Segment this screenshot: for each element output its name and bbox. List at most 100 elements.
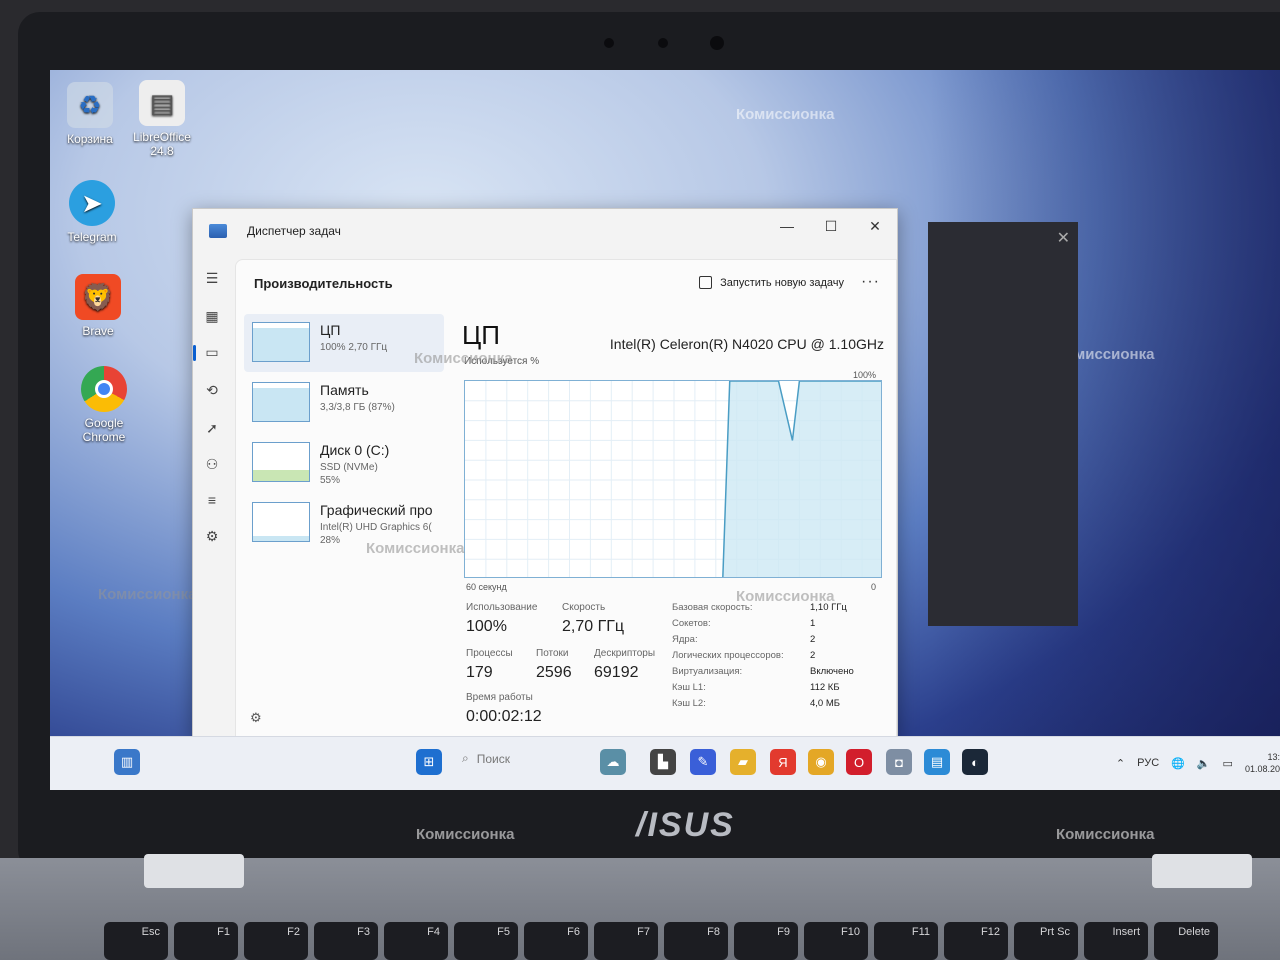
close-icon[interactable]: ✕ <box>853 209 897 243</box>
key-prt-sc[interactable]: Prt Sc <box>1014 922 1078 960</box>
resource-name: ЦП <box>320 322 341 338</box>
watermark: Комиссионка <box>416 826 515 843</box>
gpu-thumbnail-graph <box>252 502 310 542</box>
start-icon[interactable]: ⊞ <box>416 749 442 775</box>
weather-icon[interactable]: ☁ <box>600 749 626 775</box>
key-f10[interactable]: F10 <box>804 922 868 960</box>
telegram-icon: ➤ <box>69 180 115 226</box>
key-insert[interactable]: Insert <box>1084 922 1148 960</box>
handles-label: Дескрипторы <box>594 648 656 659</box>
language-indicator[interactable]: РУС <box>1137 757 1159 769</box>
task-manager-window: Диспетчер задач — ☐ ✕ ☰ ▦ ▭ ⟲ ➚ ⚇ ≡ ⚙ Пр… <box>192 208 898 738</box>
yandex-icon[interactable]: Я <box>770 749 796 775</box>
desktop-icon-libreoffice[interactable]: ▤ LibreOffice 24.8 <box>122 80 202 158</box>
handles-value: 69192 <box>594 664 639 681</box>
maximize-icon[interactable]: ☐ <box>809 209 853 243</box>
app-icon[interactable]: ✎ <box>690 749 716 775</box>
search-placeholder: Поиск <box>476 751 510 766</box>
cpu-usage-graph <box>464 380 882 578</box>
processes-icon[interactable]: ▦ <box>201 305 223 327</box>
key-f7[interactable]: F7 <box>594 922 658 960</box>
key-f2[interactable]: F2 <box>244 922 308 960</box>
asus-logo: /ISUS <box>636 806 735 844</box>
clock-time: 13:14 <box>1267 752 1280 762</box>
key-f4[interactable]: F4 <box>384 922 448 960</box>
threads-value: 2596 <box>536 664 572 681</box>
file-explorer-icon[interactable]: ▰ <box>730 749 756 775</box>
startup-apps-icon[interactable]: ➚ <box>201 417 223 439</box>
hamburger-menu-icon[interactable]: ☰ <box>201 267 223 289</box>
watermark: Комиссионка <box>366 540 465 557</box>
spec-label: Кэш L2: <box>672 698 706 709</box>
spec-value: 4,0 МБ <box>810 698 840 709</box>
nav-active-indicator <box>193 345 196 361</box>
performance-panel: Производительность Запустить новую задач… <box>235 259 897 737</box>
close-icon[interactable]: ✕ <box>1057 228 1070 248</box>
speed-label: Скорость <box>562 602 606 613</box>
document-icon: ▤ <box>139 80 185 126</box>
processes-label: Процессы <box>466 648 513 659</box>
minimize-icon[interactable]: — <box>765 209 809 243</box>
volume-icon[interactable]: 🔈 <box>1197 757 1211 770</box>
performance-icon[interactable]: ▭ <box>201 341 223 363</box>
clock-date: 01.08.2025 <box>1244 764 1280 774</box>
more-options-button[interactable]: ··· <box>861 273 880 291</box>
app-history-icon[interactable]: ⟲ <box>201 379 223 401</box>
watermark: Комиссионка <box>736 106 835 123</box>
hinge-left <box>144 854 244 888</box>
threads-label: Потоки <box>536 648 569 659</box>
taskbar: ▥ ⊞ ⌕ Поиск ☁ ▙ ✎ ▰ Я ◉ O ◘ ▤ ◐ ⌃ РУС 🌐 … <box>50 736 1280 790</box>
key-delete[interactable]: Delete <box>1154 922 1218 960</box>
cpu-usage-chart <box>465 381 881 577</box>
task-view-icon[interactable]: ▙ <box>650 749 676 775</box>
steam-icon[interactable]: ◐ <box>962 749 988 775</box>
key-f6[interactable]: F6 <box>524 922 588 960</box>
title-bar: Диспетчер задач — ☐ ✕ <box>193 209 897 253</box>
usage-value: 100% <box>466 618 507 635</box>
key-f11[interactable]: F11 <box>874 922 938 960</box>
graph-min-label: 0 <box>870 582 876 592</box>
opera-icon[interactable]: O <box>846 749 872 775</box>
uptime-value: 0:00:02:12 <box>466 708 542 725</box>
window-controls: — ☐ ✕ <box>765 209 897 243</box>
desktop-icon-recycle-bin[interactable]: ♻ Корзина <box>50 82 130 146</box>
key-f3[interactable]: F3 <box>314 922 378 960</box>
key-f1[interactable]: F1 <box>174 922 238 960</box>
resource-item-memory[interactable]: Память 3,3/3,8 ГБ (87%) <box>244 374 444 432</box>
webcam-icon <box>710 36 724 50</box>
graph-x-label: 60 секунд <box>466 582 507 592</box>
settings-icon[interactable]: ⚙ <box>250 710 262 726</box>
new-task-icon <box>699 276 713 289</box>
camera-icon[interactable]: ◘ <box>886 749 912 775</box>
users-icon[interactable]: ⚇ <box>201 453 223 475</box>
task-manager-taskbar-icon[interactable]: ▤ <box>924 749 950 775</box>
desktop-icon-chrome[interactable]: Google Chrome <box>64 366 144 444</box>
detail-title: ЦП <box>462 320 500 350</box>
network-icon[interactable]: 🌐 <box>1171 757 1185 770</box>
speed-value: 2,70 ГГц <box>562 618 625 635</box>
key-esc[interactable]: Esc <box>104 922 168 960</box>
chevron-up-icon[interactable]: ⌃ <box>1116 757 1125 770</box>
desktop-icon-label: Корзина <box>67 132 113 146</box>
services-icon[interactable]: ⚙ <box>201 525 223 547</box>
chrome-taskbar-icon[interactable]: ◉ <box>808 749 834 775</box>
resource-item-disk[interactable]: Диск 0 (C:) SSD (NVMe) 55% <box>244 434 444 492</box>
clock[interactable]: 13:14 01.08.2025 <box>1245 751 1280 775</box>
battery-icon[interactable]: ▭ <box>1223 757 1233 770</box>
run-new-task-button[interactable]: Запустить новую задачу <box>699 276 844 289</box>
spec-value: 1 <box>810 618 816 629</box>
spec-label: Виртуализация: <box>672 666 743 677</box>
camera-dot <box>658 38 668 48</box>
key-f5[interactable]: F5 <box>454 922 518 960</box>
search-icon: ⌕ <box>462 751 469 765</box>
key-f9[interactable]: F9 <box>734 922 798 960</box>
desktop-screen: ♻ Корзина ▤ LibreOffice 24.8 ➤ Telegram … <box>50 70 1280 790</box>
key-f12[interactable]: F12 <box>944 922 1008 960</box>
search-box[interactable]: ⌕ Поиск <box>462 751 510 766</box>
key-f8[interactable]: F8 <box>664 922 728 960</box>
desktop-icon-telegram[interactable]: ➤ Telegram <box>52 180 132 244</box>
resource-name: Диск 0 (C:) <box>320 442 390 458</box>
desktop-icon-brave[interactable]: 🦁 Brave <box>58 274 138 338</box>
widgets-icon[interactable]: ▥ <box>114 749 140 775</box>
details-icon[interactable]: ≡ <box>201 489 223 511</box>
